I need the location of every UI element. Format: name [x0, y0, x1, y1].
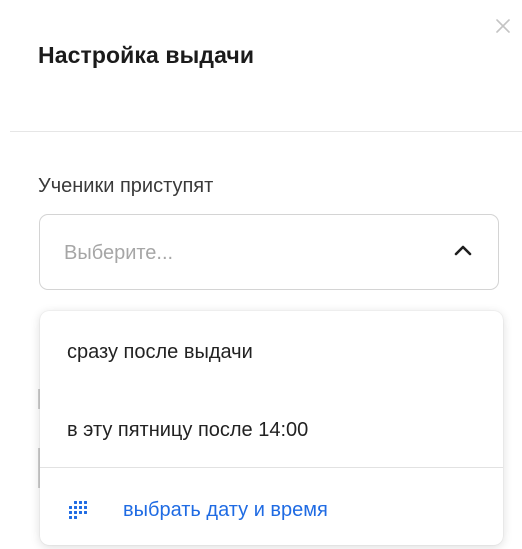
assignment-settings-panel: Настройка выдачи Ученики приступят Выбер… [0, 0, 522, 549]
option-this-friday[interactable]: в эту пятницу после 14:00 [40, 401, 503, 459]
start-field-label: Ученики приступят [38, 175, 214, 197]
dialog-title: Настройка выдачи [38, 42, 255, 68]
calendar-grid-icon [69, 501, 87, 519]
start-select[interactable]: Выберите... [39, 214, 499, 290]
option-label: выбрать дату и время [123, 499, 328, 521]
close-button[interactable] [493, 16, 513, 36]
dropdown-divider [40, 467, 503, 468]
close-icon [496, 19, 510, 33]
option-label: в эту пятницу после 14:00 [67, 419, 309, 441]
option-immediately[interactable]: сразу после выдачи [40, 323, 503, 381]
start-select-placeholder: Выберите... [64, 242, 174, 264]
option-label: сразу после выдачи [67, 341, 253, 363]
chevron-up-icon [454, 245, 472, 256]
header-divider [10, 131, 522, 132]
start-options-dropdown: сразу после выдачи в эту пятницу после 1… [40, 311, 503, 545]
option-pick-date-time[interactable]: выбрать дату и время [40, 481, 503, 539]
